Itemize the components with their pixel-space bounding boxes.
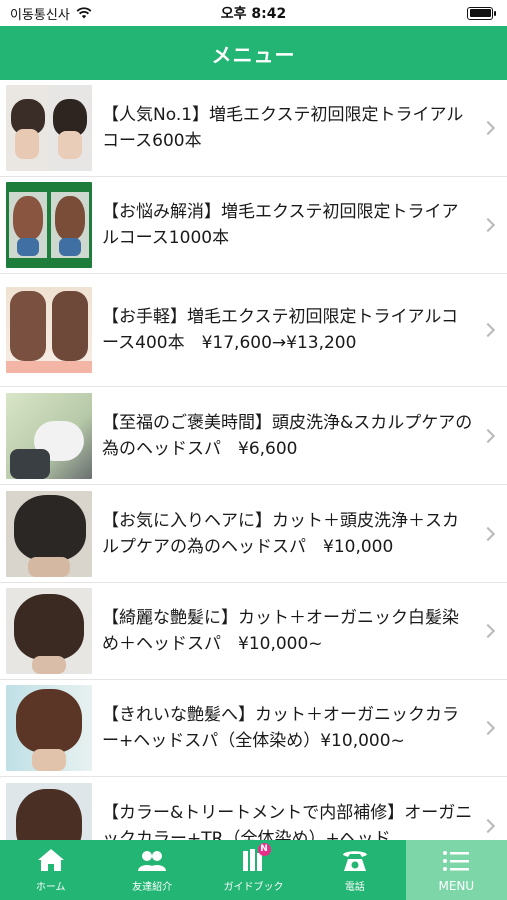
- battery-icon: [467, 6, 496, 20]
- new-badge: N: [257, 843, 271, 856]
- status-time: 오후 8:42: [220, 6, 287, 22]
- tab-label: ホーム: [35, 882, 66, 893]
- menu-item[interactable]: 【綺麗な艶髪に】カット＋オーガニック白髪染め＋ヘッドスパ ¥10,000~: [0, 583, 507, 680]
- home-icon: [37, 849, 64, 871]
- menu-item-label: 【人気No.1】増毛エクステ初回限定トライアルコース600本: [102, 105, 464, 151]
- menu-item-label: 【至福のご褒美時間】頭皮洗浄&スカルプケアの為のヘッドスパ ¥6,600: [102, 412, 473, 459]
- menu-item[interactable]: 【きれいな艶髪へ】カット＋オーガニックカラー+ヘッドスパ（全体染め）¥10,00…: [0, 680, 507, 777]
- friends-icon: [138, 851, 167, 871]
- menu-item[interactable]: 【お気に入りヘアに】カット＋頭皮洗浄＋スカルプケアの為のヘッドスパ ¥10,00…: [0, 485, 507, 583]
- tab-guidebook[interactable]: N ガイドブック: [203, 840, 304, 900]
- menu-item[interactable]: 【至福のご褒美時間】頭皮洗浄&スカルプケアの為のヘッドスパ ¥6,600: [0, 387, 507, 485]
- page-title: メニュー: [211, 42, 296, 67]
- menu-item[interactable]: 【カラー&トリートメントで内部補修】オーガニックカラー+TR（全体染め）+ヘッド: [0, 777, 507, 840]
- menu-item-thumbnail: [6, 85, 92, 171]
- menu-item-label: 【カラー&トリートメントで内部補修】オーガニックカラー+TR（全体染め）+ヘッド: [102, 802, 473, 841]
- tab-friends[interactable]: 友達紹介: [101, 840, 202, 900]
- menu-item-thumbnail: [6, 685, 92, 771]
- menu-item-label: 【お悩み解消】増毛エクステ初回限定トライアルコース1000本: [102, 202, 459, 248]
- menu-item-thumbnail: [6, 287, 92, 373]
- nav-bar: メニュー: [0, 26, 507, 80]
- menu-item[interactable]: 【お手軽】増毛エクステ初回限定トライアルコース400本 ¥17,600→¥13,…: [0, 274, 507, 387]
- menu-icon: [443, 850, 470, 871]
- tab-label: 友達紹介: [132, 882, 173, 893]
- menu-item[interactable]: 【お悩み解消】増毛エクステ初回限定トライアルコース1000本: [0, 177, 507, 274]
- menu-item-label: 【お手軽】増毛エクステ初回限定トライアルコース400本 ¥17,600→¥13,…: [102, 307, 458, 353]
- menu-item-label: 【綺麗な艶髪に】カット＋オーガニック白髪染め＋ヘッドスパ ¥10,000~: [102, 608, 459, 654]
- tab-label: ガイドブック: [223, 882, 284, 893]
- carrier-label: 이동통신사: [10, 7, 70, 23]
- tab-menu[interactable]: MENU: [405, 840, 507, 900]
- tab-bar: ホーム 友達紹介 N ガイドブック 電話 MENU: [0, 840, 507, 900]
- menu-item-label: 【きれいな艶髪へ】カット＋オーガニックカラー+ヘッドスパ（全体染め）¥10,00…: [102, 705, 459, 751]
- tab-label: MENU: [438, 878, 475, 893]
- menu-item-thumbnail: [6, 490, 92, 577]
- menu-list: 【人気No.1】増毛エクステ初回限定トライアルコース600本 【お悩み解消】増毛…: [0, 80, 507, 840]
- menu-item[interactable]: 【人気No.1】増毛エクステ初回限定トライアルコース600本: [0, 80, 507, 177]
- menu-item-thumbnail: [6, 588, 92, 674]
- tab-home[interactable]: ホーム: [0, 840, 101, 900]
- tab-label: 電話: [344, 882, 365, 893]
- status-bar: 이동통신사 오후 8:42: [0, 0, 507, 26]
- menu-item-thumbnail: [6, 782, 92, 840]
- menu-item-thumbnail: [6, 392, 92, 479]
- guidebook-icon: N: [239, 843, 271, 873]
- menu-item-label: 【お気に入りヘアに】カット＋頭皮洗浄＋スカルプケアの為のヘッドスパ ¥10,00…: [102, 510, 459, 557]
- tab-phone[interactable]: 電話: [304, 840, 405, 900]
- menu-item-thumbnail: [6, 182, 92, 268]
- phone-icon: [342, 851, 367, 871]
- wifi-icon: [76, 7, 92, 19]
